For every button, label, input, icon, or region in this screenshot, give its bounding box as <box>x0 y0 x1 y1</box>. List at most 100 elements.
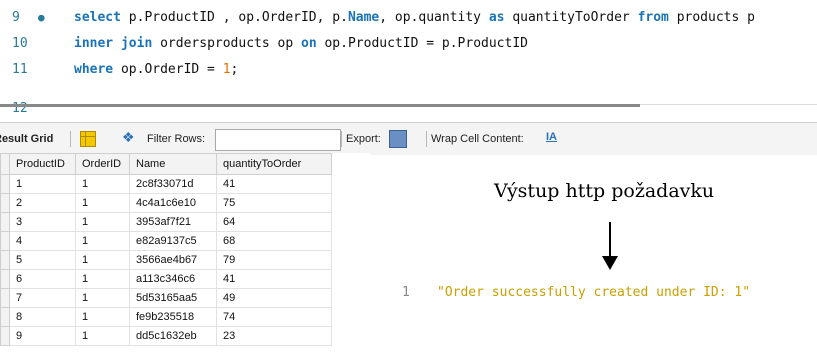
table-cell[interactable]: dd5c1632eb <box>129 326 217 346</box>
table-cell[interactable]: 41 <box>216 269 332 289</box>
row-header[interactable] <box>0 193 10 213</box>
line-number: 11 <box>12 62 28 77</box>
table-cell[interactable]: 2c8f33071d <box>129 174 217 194</box>
row-header[interactable] <box>0 212 10 232</box>
table-row[interactable]: 3 1 3953af7f21 64 <box>0 212 332 232</box>
code-token: where <box>74 62 114 77</box>
grid-header-row: ProductID OrderID Name quantityToOrder <box>0 153 332 175</box>
table-cell[interactable]: 1 <box>75 326 130 346</box>
table-cell[interactable]: fe9b235518 <box>129 307 217 327</box>
code-token: quantityToOrder <box>504 10 638 25</box>
code-token: p.ProductID , op.OrderID, p. <box>120 10 348 25</box>
table-cell[interactable]: 5d53165aa5 <box>129 288 217 308</box>
table-cell[interactable]: 1 <box>9 174 76 194</box>
table-cell[interactable]: 41 <box>216 174 332 194</box>
response-output: "Order successfully created under ID: 1" <box>437 285 751 300</box>
table-cell[interactable]: 7 <box>9 288 76 308</box>
table-cell[interactable]: 49 <box>216 288 332 308</box>
table-row[interactable]: 4 1 e82a9137c5 68 <box>0 231 332 251</box>
row-header[interactable] <box>0 307 10 327</box>
table-cell[interactable]: 1 <box>75 231 130 251</box>
toolbar-separator <box>341 131 342 147</box>
table-cell[interactable]: 8 <box>9 307 76 327</box>
table-row[interactable]: 7 1 5d53165aa5 49 <box>0 288 332 308</box>
row-header[interactable] <box>0 326 10 346</box>
table-row[interactable]: 6 1 a113c346c6 41 <box>0 269 332 289</box>
table-row[interactable]: 1 1 2c8f33071d 41 <box>0 174 332 194</box>
filter-rows-label: Filter Rows: <box>147 133 206 145</box>
table-cell[interactable]: 1 <box>75 212 130 232</box>
table-cell[interactable]: 79 <box>216 250 332 270</box>
sql-editor[interactable]: 9 ● select p.ProductID , op.OrderID, p.Nam… <box>0 0 817 118</box>
table-row[interactable]: 2 1 4c4a1c6e10 75 <box>0 193 332 213</box>
code-token: as <box>488 10 505 25</box>
row-header[interactable] <box>0 250 10 270</box>
result-grid[interactable]: ProductID OrderID Name quantityToOrder 1… <box>0 153 370 355</box>
table-cell[interactable]: 9 <box>9 326 76 346</box>
column-header[interactable]: quantityToOrder <box>216 153 332 175</box>
table-cell[interactable]: 4c4a1c6e10 <box>129 193 217 213</box>
row-header[interactable] <box>0 174 10 194</box>
code-token: on <box>301 36 317 51</box>
column-header[interactable]: Name <box>129 153 217 175</box>
code-token: from <box>637 10 669 25</box>
table-cell[interactable]: 23 <box>216 326 332 346</box>
code-token: inner join <box>74 36 153 51</box>
code-token: products p <box>668 10 755 25</box>
arrow-down-icon <box>609 222 611 258</box>
result-grid-tab[interactable]: Result Grid <box>0 133 53 145</box>
editor-scroll-track <box>640 104 817 105</box>
table-cell[interactable]: 1 <box>75 193 130 213</box>
table-cell[interactable]: 75 <box>216 193 332 213</box>
wrap-cell-content-label: Wrap Cell Content: <box>431 133 524 145</box>
table-cell[interactable]: 5 <box>9 250 76 270</box>
table-cell[interactable]: 1 <box>75 269 130 289</box>
row-header[interactable] <box>0 288 10 308</box>
table-cell[interactable]: a113c346c6 <box>129 269 217 289</box>
table-cell[interactable]: 3 <box>9 212 76 232</box>
arrow-head-icon <box>602 256 618 270</box>
wrap-cell-content-icon[interactable]: IA <box>546 131 557 143</box>
code-text: inner join ordersproducts op on op.Produ… <box>74 31 528 57</box>
filter-rows-input[interactable] <box>215 129 341 151</box>
table-cell[interactable]: 68 <box>216 231 332 251</box>
line-number: 12 <box>12 101 28 116</box>
code-token: , op.quantity <box>379 10 489 25</box>
line-number: 9 <box>12 10 20 25</box>
table-cell[interactable]: 74 <box>216 307 332 327</box>
code-token: op.ProductID = p.ProductID <box>316 36 528 51</box>
row-header[interactable] <box>0 231 10 251</box>
table-cell[interactable]: 6 <box>9 269 76 289</box>
code-line[interactable]: 11 where op.OrderID = 1; <box>0 57 817 83</box>
table-row[interactable]: 8 1 fe9b235518 74 <box>0 307 332 327</box>
export-icon[interactable] <box>389 130 407 148</box>
table-cell[interactable]: 1 <box>75 288 130 308</box>
code-token: select <box>74 10 121 25</box>
response-line-number: 1 <box>402 285 410 300</box>
row-header[interactable] <box>0 269 10 289</box>
table-cell[interactable]: 2 <box>9 193 76 213</box>
grid-view-icon[interactable] <box>80 131 96 147</box>
code-line[interactable]: 10 inner join ordersproducts op on op.Pro… <box>0 31 817 57</box>
export-label: Export: <box>346 133 381 145</box>
toolbar-separator <box>70 131 71 147</box>
table-cell[interactable]: 1 <box>75 174 130 194</box>
table-row[interactable]: 5 1 3566ae4b67 79 <box>0 250 332 270</box>
column-header[interactable]: ProductID <box>9 153 76 175</box>
statement-marker-icon: ● <box>38 11 45 24</box>
code-text: where op.OrderID = 1; <box>74 57 238 83</box>
code-token: op.OrderID = <box>113 62 223 77</box>
table-cell[interactable]: 3566ae4b67 <box>129 250 217 270</box>
filter-refresh-icon[interactable]: ❖ <box>122 129 135 146</box>
column-header[interactable]: OrderID <box>75 153 130 175</box>
editor-horizontal-scrollbar[interactable] <box>0 104 640 107</box>
table-row[interactable]: 9 1 dd5c1632eb 23 <box>0 326 332 346</box>
table-cell[interactable]: 64 <box>216 212 332 232</box>
table-cell[interactable]: 4 <box>9 231 76 251</box>
table-cell[interactable]: e82a9137c5 <box>129 231 217 251</box>
table-cell[interactable]: 1 <box>75 307 130 327</box>
table-cell[interactable]: 1 <box>75 250 130 270</box>
table-cell[interactable]: 3953af7f21 <box>129 212 217 232</box>
code-line[interactable]: 12 <box>0 96 817 122</box>
code-line[interactable]: 9 ● select p.ProductID , op.OrderID, p.Nam… <box>0 5 817 31</box>
